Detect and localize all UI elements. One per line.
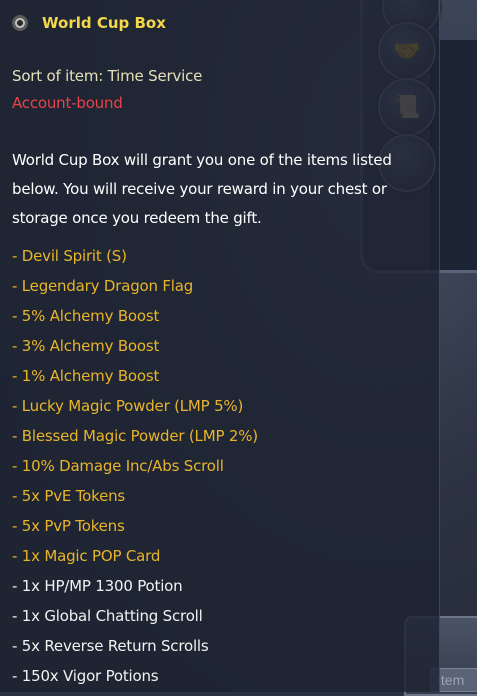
reward-item: - 5x Reverse Return Scrolls <box>12 637 209 655</box>
tooltip-header: World Cup Box <box>12 10 166 36</box>
reward-item: - Blessed Magic Powder (LMP 2%) <box>12 427 258 445</box>
reward-item: - 10% Damage Inc/Abs Scroll <box>12 457 224 475</box>
reward-item: - Devil Spirit (S) <box>12 247 127 265</box>
reward-item: - 1x Global Chatting Scroll <box>12 607 203 625</box>
item-tooltip: World Cup Box Sort of item: Time Service… <box>0 0 440 692</box>
reward-item: - 1% Alchemy Boost <box>12 367 160 385</box>
reward-list: - Devil Spirit (S) - Legendary Dragon Fla… <box>12 244 258 694</box>
item-title: World Cup Box <box>42 14 166 32</box>
item-grade-icon <box>12 15 28 31</box>
reward-item: - 3% Alchemy Boost <box>12 337 160 355</box>
reward-item: - 5x PvP Tokens <box>12 517 125 535</box>
reward-item: - 150x Vigor Potions <box>12 667 159 685</box>
item-description: World Cup Box will grant you one of the … <box>12 151 392 227</box>
item-binding: Account-bound <box>12 94 123 112</box>
reward-item: - 1x Magic POP Card <box>12 547 161 565</box>
item-sort: Sort of item: Time Service <box>12 67 203 85</box>
reward-item: - Lucky Magic Powder (LMP 5%) <box>12 397 244 415</box>
reward-item: - 5% Alchemy Boost <box>12 307 160 325</box>
reward-item: - 5x PvE Tokens <box>12 487 126 505</box>
reward-item: - 1x HP/MP 1300 Potion <box>12 577 183 595</box>
reward-item: - Legendary Dragon Flag <box>12 277 194 295</box>
